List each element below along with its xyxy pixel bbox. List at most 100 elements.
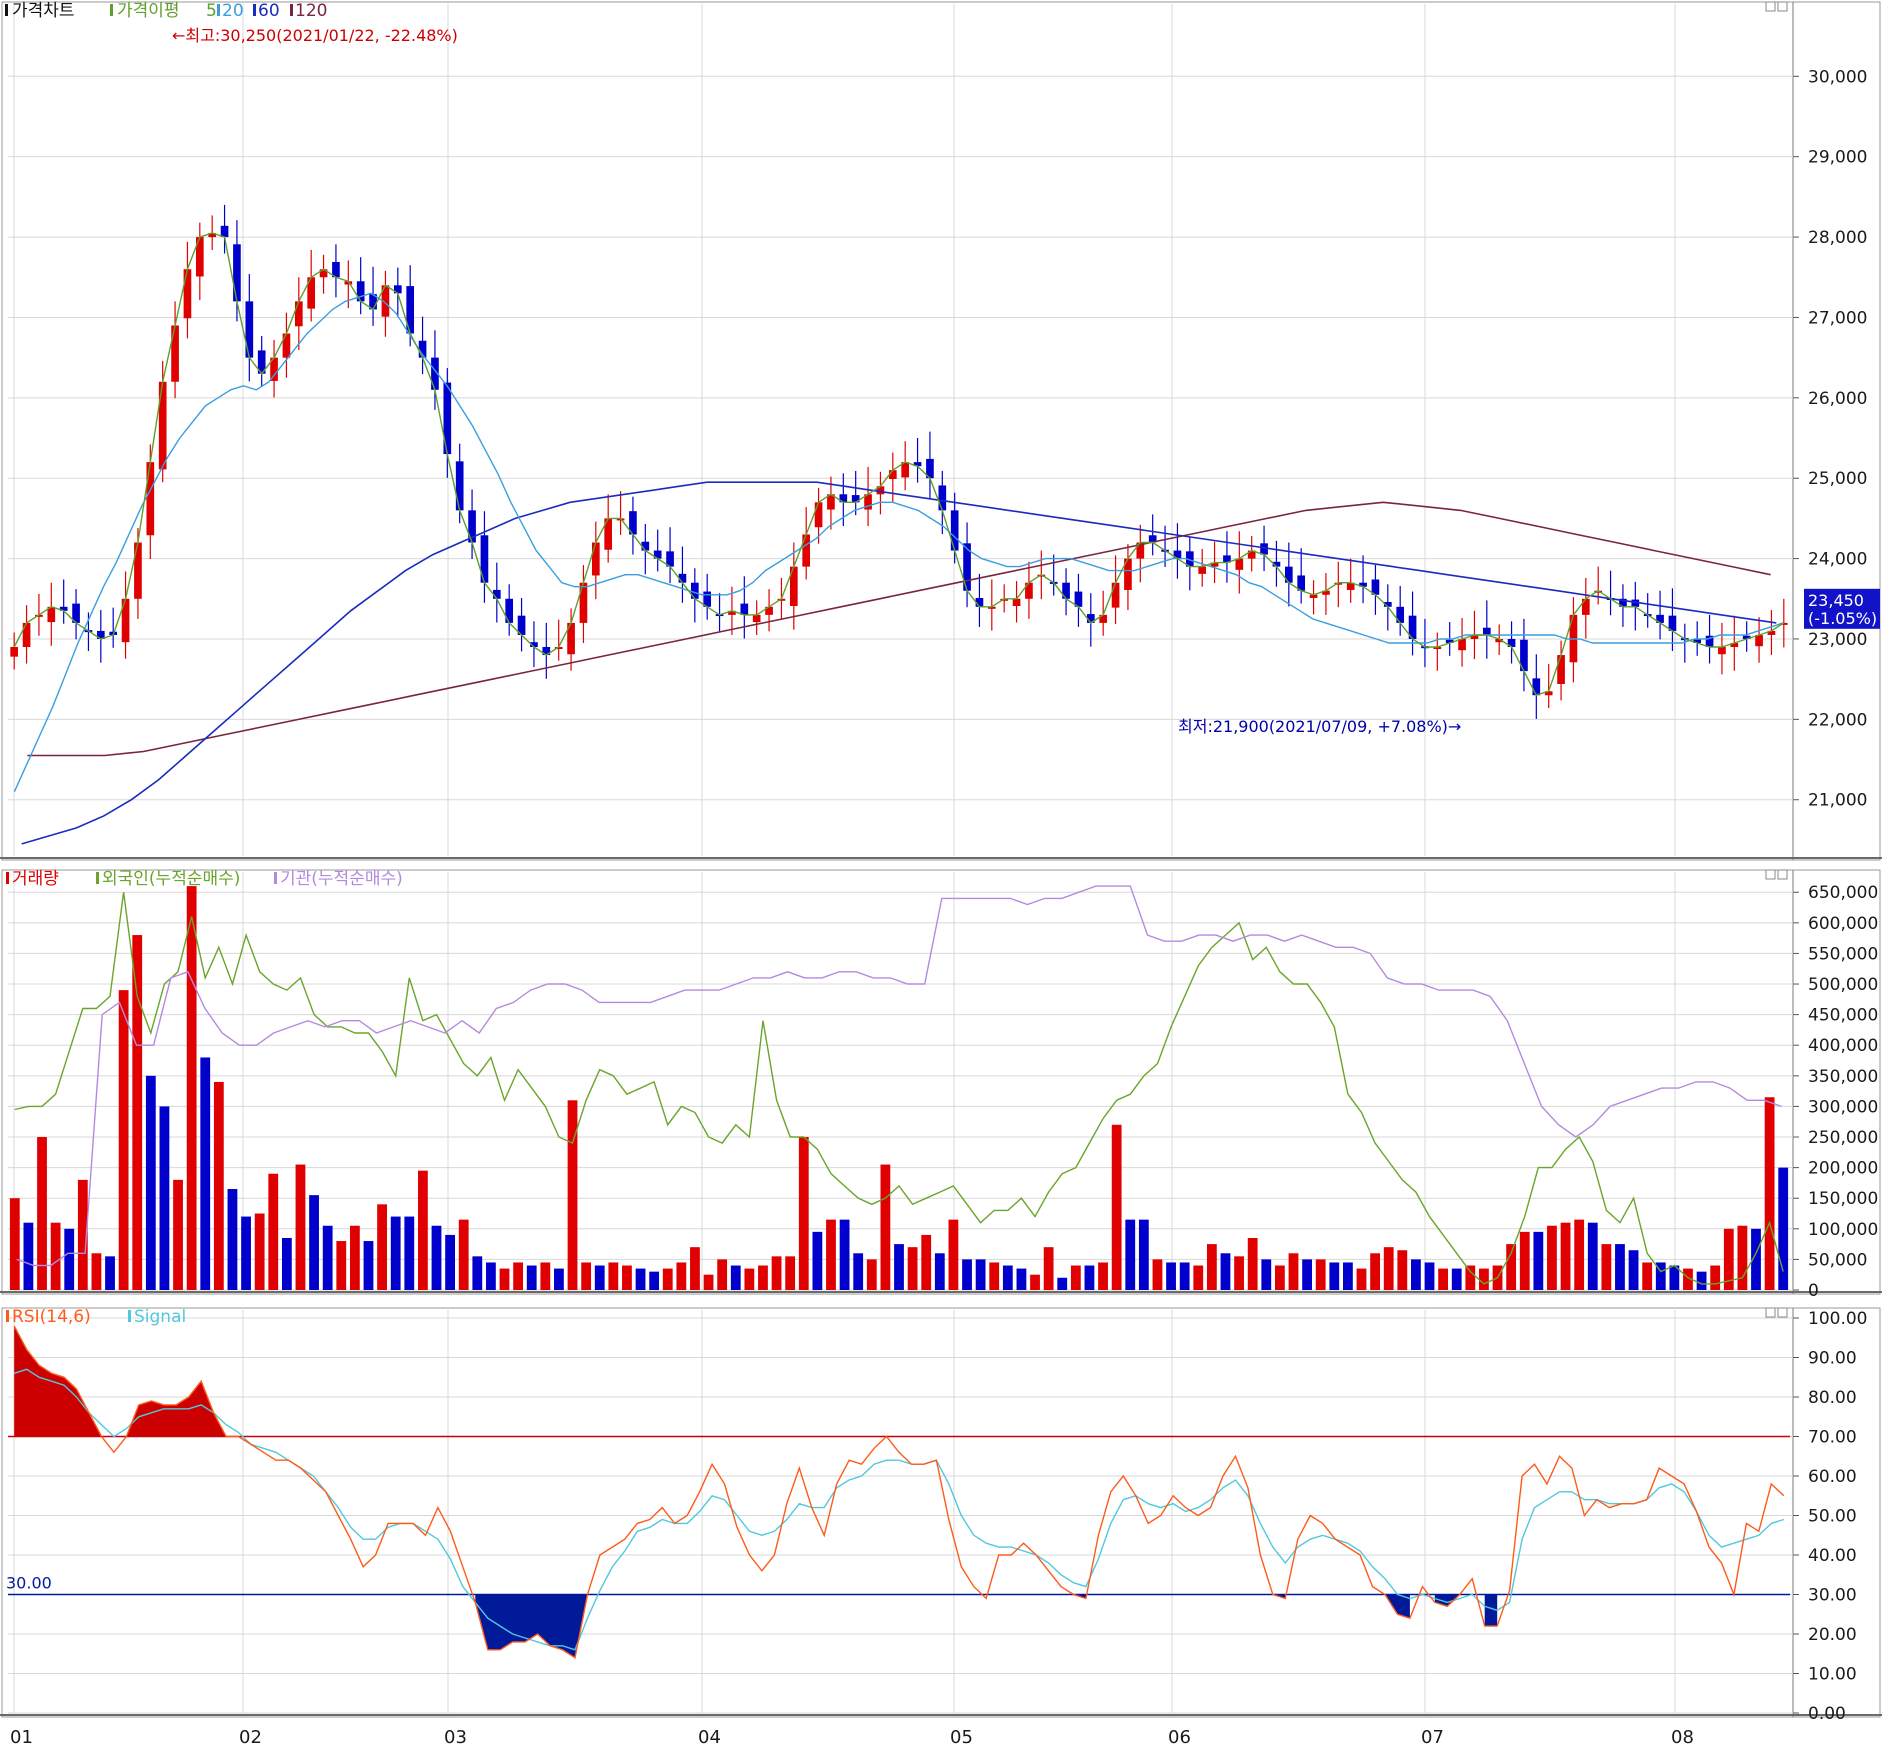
candle-body: [1111, 582, 1120, 608]
volume-bar: [812, 1231, 823, 1290]
x-tick-label: 06: [1168, 1727, 1191, 1748]
volume-bar: [744, 1268, 755, 1290]
candle-body: [802, 534, 811, 567]
volume-bar: [1070, 1265, 1081, 1290]
volume-bar: [1587, 1222, 1598, 1290]
volume-bar: [118, 990, 129, 1290]
volume-bar: [1247, 1237, 1258, 1290]
ma-legend-item: 20: [222, 1, 244, 21]
volume-bar: [1560, 1222, 1571, 1290]
volume-bar: [1737, 1225, 1748, 1290]
volume-bar: [37, 1137, 47, 1290]
x-tick-label: 02: [239, 1727, 262, 1748]
volume-bar: [23, 1222, 34, 1290]
volume-bar: [1329, 1262, 1340, 1290]
minimize-icon-1: [1765, 869, 1776, 880]
last-price-change: (-1.05%): [1808, 609, 1877, 628]
volume-bar: [785, 1256, 796, 1290]
volume-bar: [513, 1262, 524, 1290]
volume-bar: [703, 1274, 714, 1290]
y-tick-label: 30.00: [1808, 1586, 1857, 1606]
candle-body: [245, 301, 254, 358]
volume-bar: [1506, 1244, 1517, 1290]
volume-bar: [227, 1189, 238, 1290]
volume-bar: [540, 1262, 551, 1290]
volume-bar: [1002, 1265, 1013, 1290]
volume-bar: [322, 1225, 333, 1290]
volume-bar: [186, 886, 197, 1290]
volume-bar: [1411, 1259, 1421, 1290]
x-tick-label: 03: [444, 1727, 467, 1748]
chart-canvas: 01 02 03 04 05 06 07 0830,00029,00028,00027,000…: [0, 1, 1882, 1748]
volume-bar: [50, 1222, 61, 1290]
candle-body: [938, 485, 947, 511]
volume-bar: [1764, 1097, 1775, 1290]
x-tick-label: 04: [698, 1727, 721, 1748]
candle-body: [1755, 634, 1763, 647]
volume-bar: [1138, 1219, 1149, 1290]
candle-body: [1557, 655, 1565, 684]
legend-swatch-price: [5, 4, 8, 16]
volume-bar: [717, 1259, 728, 1290]
candle-body: [134, 542, 142, 599]
candle-body: [740, 603, 749, 615]
y-tick-label: 150,000: [1808, 1189, 1878, 1209]
rsi-legend-swatch: [6, 1310, 9, 1322]
panel-frame-2: [1, 1307, 1881, 1718]
volume-bar: [363, 1241, 374, 1290]
volume-bar: [1451, 1268, 1462, 1290]
y-tick-label: 70.00: [1808, 1428, 1857, 1448]
rsi-legend-item: RSI(14,6): [12, 1307, 91, 1327]
volume-bar: [254, 1213, 265, 1290]
volume-bar: [567, 1100, 578, 1290]
volume-legend-item: 기관(누적순매수): [280, 869, 403, 889]
candle-body: [455, 461, 464, 511]
candle-body: [10, 647, 19, 657]
volume-bar: [608, 1262, 619, 1290]
y-tick-label: 26,000: [1808, 389, 1867, 409]
volume-bar: [1111, 1124, 1122, 1290]
y-tick-label: 21,000: [1808, 791, 1867, 811]
volume-bar: [1438, 1268, 1449, 1290]
volume-bar: [1533, 1231, 1544, 1290]
y-tick-label: 40.00: [1808, 1546, 1857, 1566]
y-tick-label: 90.00: [1808, 1349, 1857, 1369]
volume-bar: [1302, 1259, 1312, 1290]
y-tick-label: 0.00: [1808, 1704, 1846, 1724]
volume-bar: [1193, 1265, 1204, 1290]
volume-bar: [1315, 1259, 1326, 1290]
y-tick-label: 25,000: [1808, 469, 1867, 489]
y-tick-label: 30,000: [1808, 67, 1867, 87]
candle-body: [282, 333, 291, 358]
price-panel-title: 가격차트: [12, 1, 75, 21]
volume-bar: [417, 1170, 428, 1290]
candle-body: [1235, 558, 1244, 570]
volume-bar: [1601, 1244, 1612, 1290]
volume-bar: [921, 1234, 932, 1290]
y-tick-label: 450,000: [1808, 1006, 1878, 1026]
volume-bar: [1206, 1244, 1217, 1290]
y-tick-label: 24,000: [1808, 550, 1867, 570]
panel-frame-0: [1, 1, 1881, 861]
high-price-annotation: ←최고:30,250(2021/01/22, -22.48%): [172, 26, 458, 45]
candle-body: [591, 542, 600, 576]
volume-bar: [1274, 1265, 1285, 1290]
y-tick-label: 80.00: [1808, 1388, 1857, 1408]
volume-bar: [1220, 1253, 1231, 1290]
volume-bar: [499, 1268, 510, 1290]
volume-bar: [1166, 1262, 1176, 1290]
candle-body: [171, 325, 179, 382]
volume-bar: [241, 1216, 251, 1290]
candle-body: [579, 582, 588, 623]
volume-bar: [962, 1259, 972, 1290]
volume-bar: [1370, 1253, 1381, 1290]
panel-frame-1: [1, 869, 1881, 1295]
volume-bar: [934, 1253, 945, 1290]
rsi-legend-item: Signal: [134, 1307, 186, 1327]
x-tick-label: 01: [10, 1727, 33, 1748]
volume-legend-item: 외국인(누적순매수): [102, 869, 240, 889]
volume-bar: [880, 1164, 891, 1290]
y-tick-label: 28,000: [1808, 228, 1867, 248]
volume-bar: [1424, 1262, 1435, 1290]
close-icon-1: [1777, 869, 1788, 880]
